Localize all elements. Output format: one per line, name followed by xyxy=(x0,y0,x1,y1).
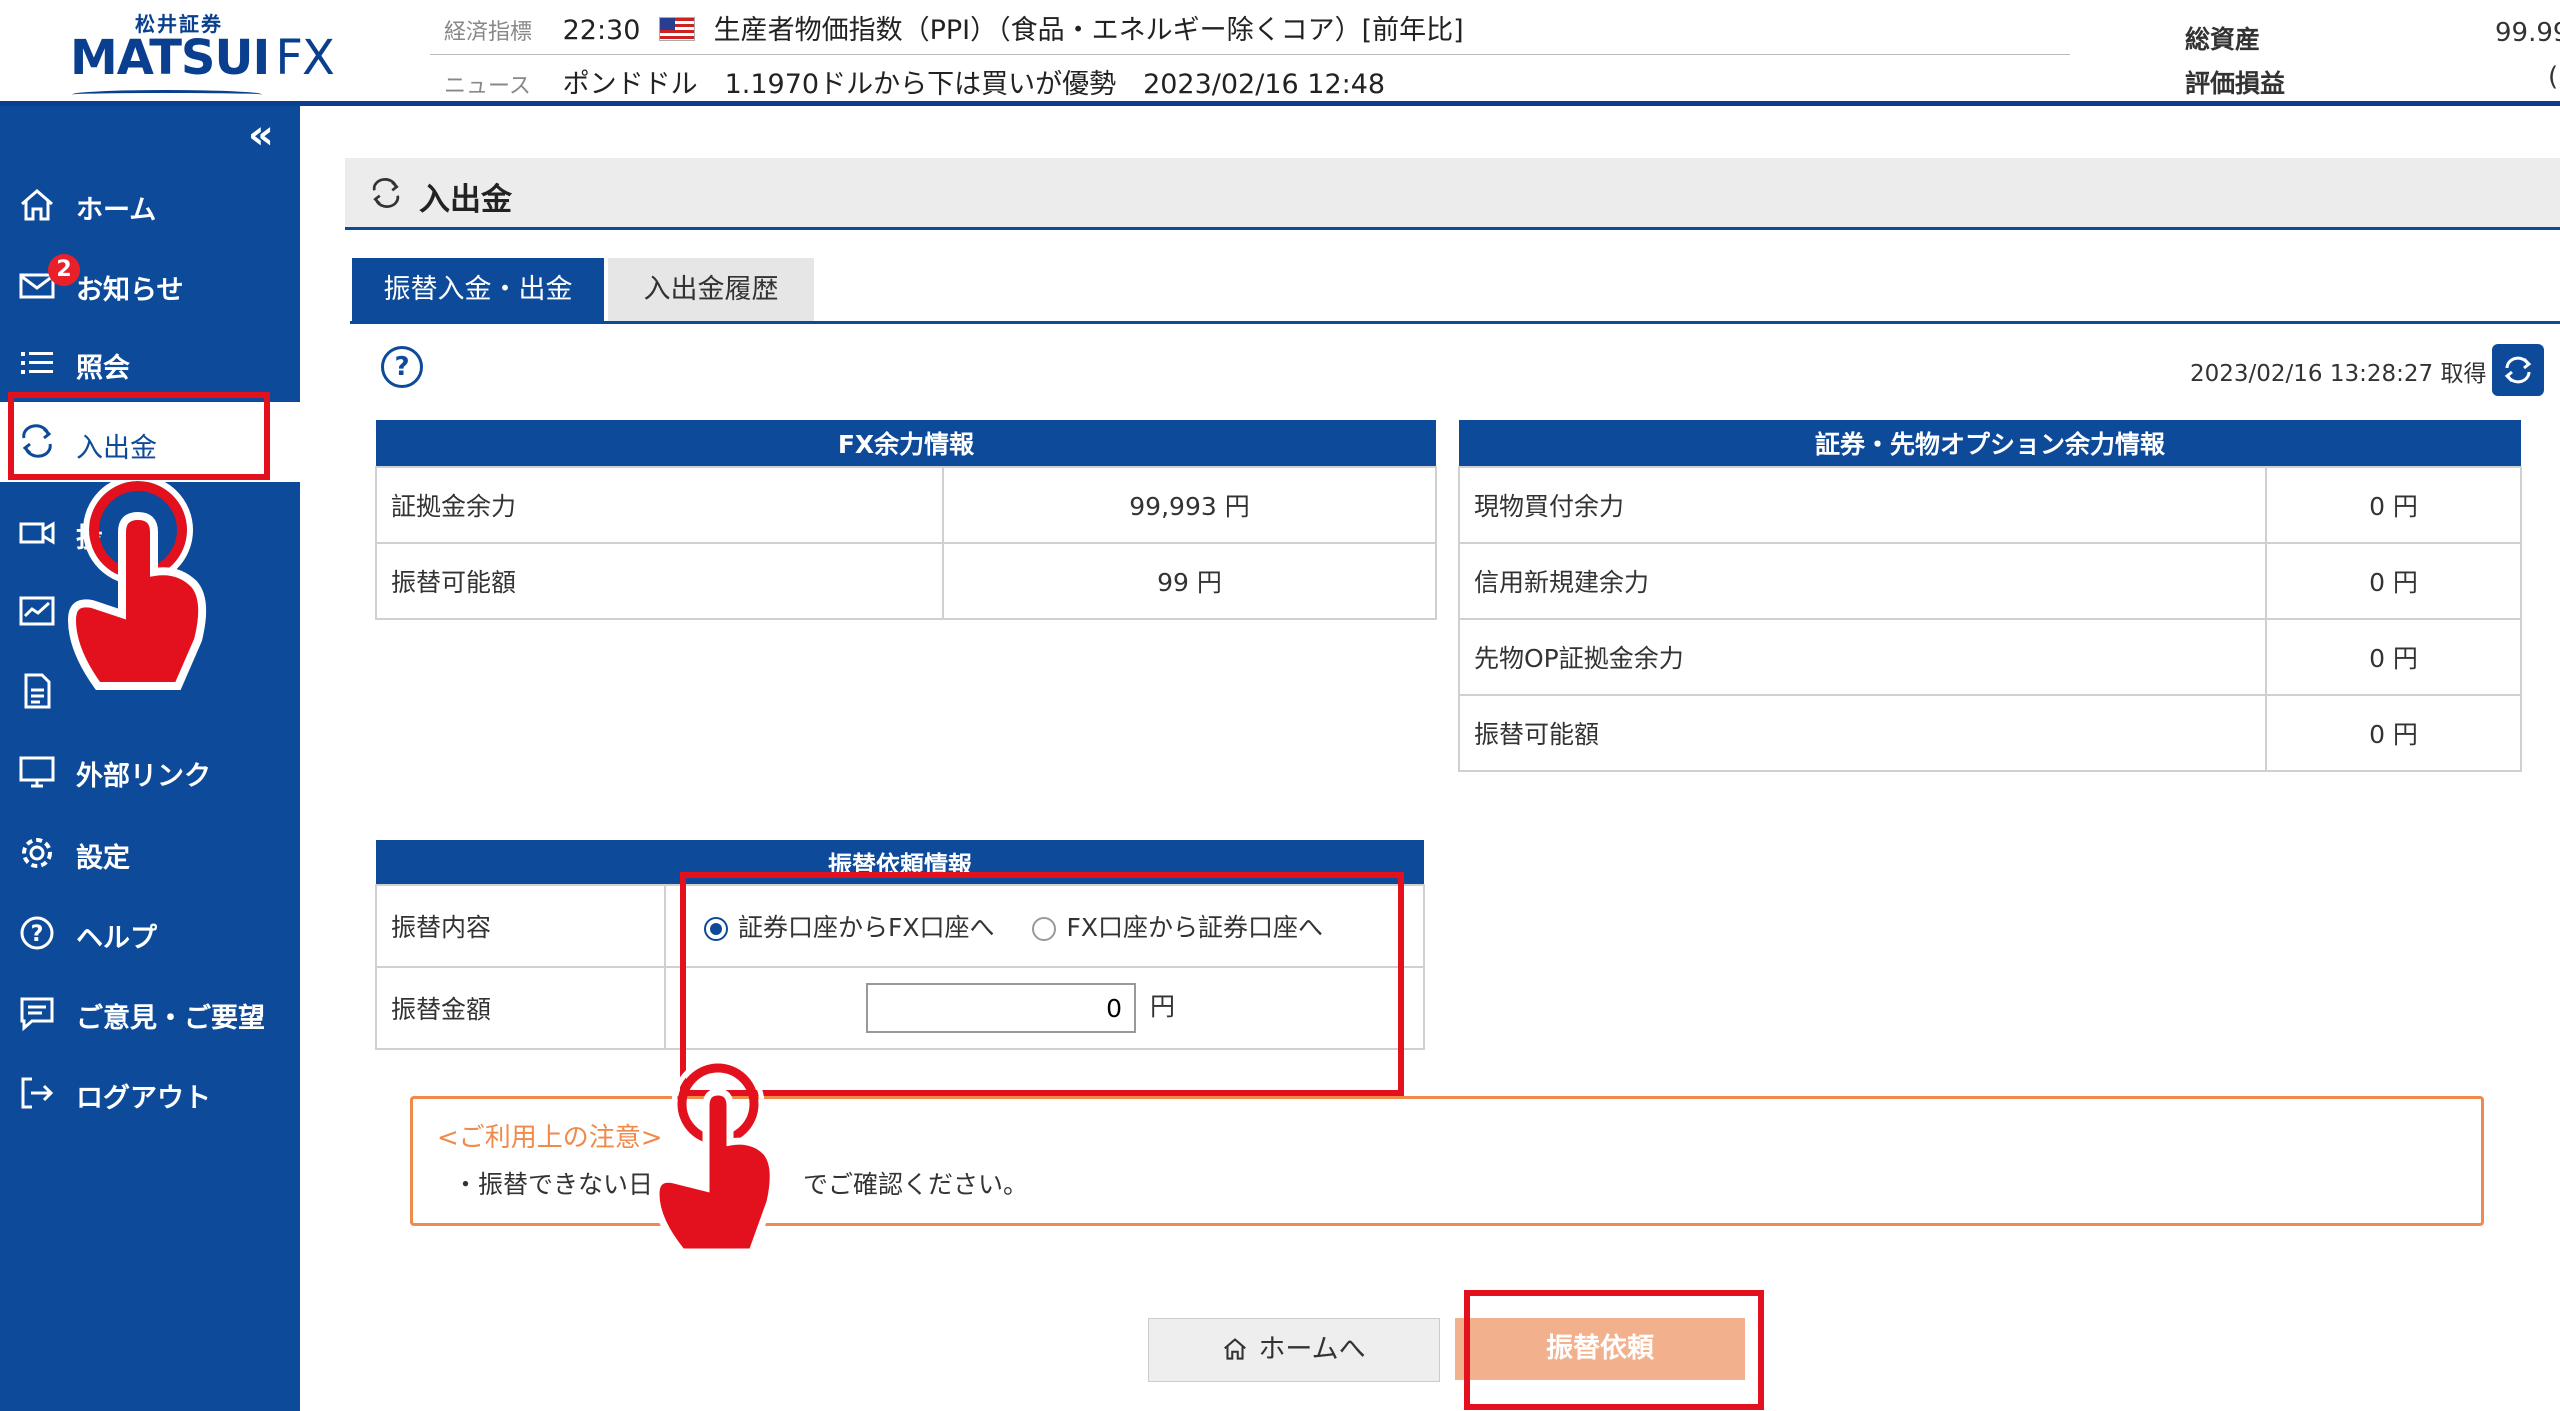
fx-margin-table: FX余力情報 証拠金余力 99,993 円 振替可能額 99 円 xyxy=(375,420,1437,620)
economic-indicator-ticker[interactable]: 経済指標 22:30 生産者物価指数（PPI）（食品・エネルギー除くコア）[前年… xyxy=(430,8,2070,55)
transfer-content-label: 振替内容 xyxy=(375,884,666,968)
table-cell-label: 振替可能額 xyxy=(1458,694,2267,772)
table-cell-value: 0 円 xyxy=(2265,694,2522,772)
sidebar-item-label: 照会 xyxy=(76,353,130,384)
sidebar-item-label: ログアウト xyxy=(76,1083,211,1114)
pl-value: ( xyxy=(2548,62,2559,92)
sidebar-item-label: 設定 xyxy=(76,843,130,874)
news-text: ポンドドル 1.1970ドルから下は買いが優勢 2023/02/16 12:48 xyxy=(562,69,1386,100)
sidebar-item-label: ホーム xyxy=(76,195,157,226)
video-icon xyxy=(19,521,55,545)
chart-window-icon xyxy=(19,596,55,626)
total-assets-label: 総資産 xyxy=(2185,25,2261,54)
securities-margin-table: 証券・先物オプション余力情報 現物買付余力 0 円 信用新規建余力 0 円 先物… xyxy=(1458,420,2522,772)
table-cell-label: 証拠金余力 xyxy=(375,466,944,544)
table-row: 振替可能額 0 円 xyxy=(1458,694,2522,772)
monitor-icon xyxy=(19,756,55,788)
document-icon xyxy=(24,673,51,709)
tab-history[interactable]: 入出金履歴 xyxy=(608,258,814,321)
sidebar-item-label: お知らせ xyxy=(76,275,184,306)
sidebar-item-label: 外部リンク xyxy=(76,761,211,792)
table-cell-label: 先物OP証拠金余力 xyxy=(1458,618,2267,696)
table-cell-label: 現物買付余力 xyxy=(1458,466,2267,544)
sidebar-item-home[interactable]: ホーム xyxy=(0,176,300,232)
table-cell-label: 信用新規建余力 xyxy=(1458,542,2267,620)
sidebar-item-label: ご意見・ご要望 xyxy=(76,1003,265,1034)
transfer-arrows-icon xyxy=(372,178,400,208)
table-row: 振替可能額 99 円 xyxy=(375,542,1437,620)
total-assets-value: 99.99 xyxy=(2495,18,2560,48)
fetched-timestamp: 2023/02/16 13:28:27 取得 xyxy=(2190,361,2487,387)
gear-icon xyxy=(22,838,52,868)
comment-icon xyxy=(20,997,54,1032)
home-icon xyxy=(1224,1338,1247,1360)
list-icon xyxy=(21,352,53,374)
sidebar-item-logout[interactable]: ログアウト xyxy=(0,1064,300,1120)
securities-table-header: 証券・先物オプション余力情報 xyxy=(1459,420,2521,467)
highlight-box-transfer-button xyxy=(1464,1290,1764,1410)
matsui-fx-logo[interactable]: 松井証券 MATSUI FX xyxy=(60,8,335,99)
tab-bar: 振替入金・出金 入出金履歴 xyxy=(350,258,2560,324)
sidebar: « ホーム 2 お知らせ 照会 入出金 投 外部リンク 設定 ? ヘルプ ご意見… xyxy=(0,106,300,1411)
page-title: 入出金 xyxy=(419,182,512,218)
sidebar-item-settings[interactable]: 設定 xyxy=(0,824,300,880)
svg-text:?: ? xyxy=(31,922,44,947)
pointing-hand-icon xyxy=(652,1060,777,1256)
sidebar-item-help[interactable]: ? ヘルプ xyxy=(0,904,300,960)
help-icon: ? xyxy=(20,916,54,950)
table-row: 先物OP証拠金余力 0 円 xyxy=(1458,618,2522,696)
sidebar-item-label: ヘルプ xyxy=(76,923,157,954)
tab-transfer[interactable]: 振替入金・出金 xyxy=(352,258,604,321)
table-cell-value: 0 円 xyxy=(2265,618,2522,696)
logo-text: MATSUI FX xyxy=(70,30,335,86)
econ-label: 経済指標 xyxy=(444,20,533,45)
sidebar-item-inquiry[interactable]: 照会 xyxy=(0,334,300,390)
news-ticker[interactable]: ニュース ポンドドル 1.1970ドルから下は買いが優勢 2023/02/16 … xyxy=(430,62,2070,101)
econ-text: 生産者物価指数（PPI）（食品・エネルギー除くコア）[前年比] xyxy=(713,15,1464,46)
us-flag-icon xyxy=(659,17,695,41)
table-cell-value: 0 円 xyxy=(2265,542,2522,620)
notice-title: <ご利用上の注意> xyxy=(437,1123,663,1153)
refresh-icon xyxy=(2504,356,2532,384)
sidebar-item-notices[interactable]: 2 お知らせ xyxy=(0,254,300,312)
logo-swoosh xyxy=(72,90,262,99)
help-button[interactable]: ? xyxy=(381,346,423,388)
highlight-box-sidebar xyxy=(8,392,270,480)
go-home-button[interactable]: ホームへ xyxy=(1148,1318,1440,1382)
pointing-hand-icon xyxy=(67,480,207,690)
page-header: 入出金 xyxy=(345,158,2560,230)
sidebar-item-feedback[interactable]: ご意見・ご要望 xyxy=(0,984,300,1040)
table-cell-value: 0 円 xyxy=(2265,466,2522,544)
logout-icon xyxy=(21,1077,54,1109)
fx-table-header: FX余力情報 xyxy=(376,420,1436,467)
collapse-sidebar-button[interactable]: « xyxy=(248,112,274,158)
top-header: 松井証券 MATSUI FX 経済指標 22:30 生産者物価指数（PPI）（食品… xyxy=(0,0,2560,106)
table-cell-value: 99,993 円 xyxy=(942,466,1437,544)
table-row: 現物買付余力 0 円 xyxy=(1458,466,2522,544)
pl-label: 評価損益 xyxy=(2185,69,2286,98)
transfer-amount-label: 振替金額 xyxy=(375,966,666,1050)
table-cell-value: 99 円 xyxy=(942,542,1437,620)
econ-time: 22:30 xyxy=(562,15,641,46)
sidebar-item-external-links[interactable]: 外部リンク xyxy=(0,742,300,798)
table-row: 証拠金余力 99,993 円 xyxy=(375,466,1437,544)
table-row: 信用新規建余力 0 円 xyxy=(1458,542,2522,620)
news-label: ニュース xyxy=(444,74,531,99)
home-icon xyxy=(21,189,53,221)
table-cell-label: 振替可能額 xyxy=(375,542,944,620)
refresh-button[interactable] xyxy=(2492,344,2544,396)
